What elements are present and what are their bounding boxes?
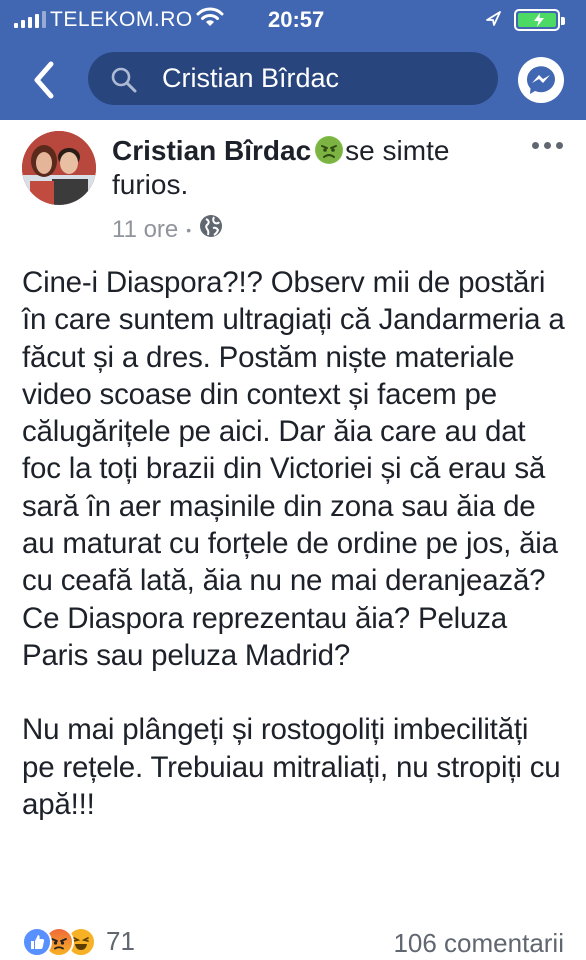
carrier-name: TELEKOM.RO (50, 8, 193, 31)
post-paragraph: Nu mai plângeți și rostogoliți imbecilit… (22, 713, 561, 821)
post-paragraph: Cine-i Diaspora?!? Observ mii de postări… (22, 266, 565, 672)
globe-icon (199, 214, 223, 245)
like-reaction-icon (22, 926, 52, 957)
search-field[interactable]: Cristian Bîrdac (88, 52, 498, 105)
comments-count-link[interactable]: 106 comentarii (393, 928, 564, 959)
back-button[interactable] (30, 58, 60, 102)
search-query: Cristian Bîrdac (162, 63, 340, 93)
app-header: TELEKOM.RO 20:57 Cristian Bîrdac (0, 0, 586, 120)
clock: 20:57 (268, 7, 325, 32)
reaction-count: 71 (106, 926, 135, 956)
signal-bars-icon (14, 10, 46, 28)
reactions-summary[interactable]: 71 (22, 926, 135, 957)
post-time[interactable]: 11 ore (112, 216, 178, 244)
battery-charging-icon (514, 9, 565, 31)
search-icon (110, 66, 138, 99)
post-meta: 11 ore • (112, 214, 223, 245)
location-arrow-icon (483, 8, 503, 33)
post-body: Cine-i Diaspora?!? Observ mii de postări… (22, 264, 567, 823)
author-name[interactable]: Cristian Bîrdac (112, 135, 311, 166)
angry-face-emoji (315, 136, 344, 164)
chevron-left-icon (34, 61, 54, 99)
post-header: Cristian Bîrdac se simte furios. (112, 134, 532, 202)
author-avatar[interactable] (22, 131, 96, 205)
more-options-button[interactable] (532, 142, 563, 149)
meta-separator: • (186, 221, 192, 238)
wifi-icon (196, 6, 224, 34)
status-bar: TELEKOM.RO 20:57 (0, 0, 586, 40)
messenger-icon (526, 66, 555, 94)
messenger-button[interactable] (518, 57, 564, 103)
